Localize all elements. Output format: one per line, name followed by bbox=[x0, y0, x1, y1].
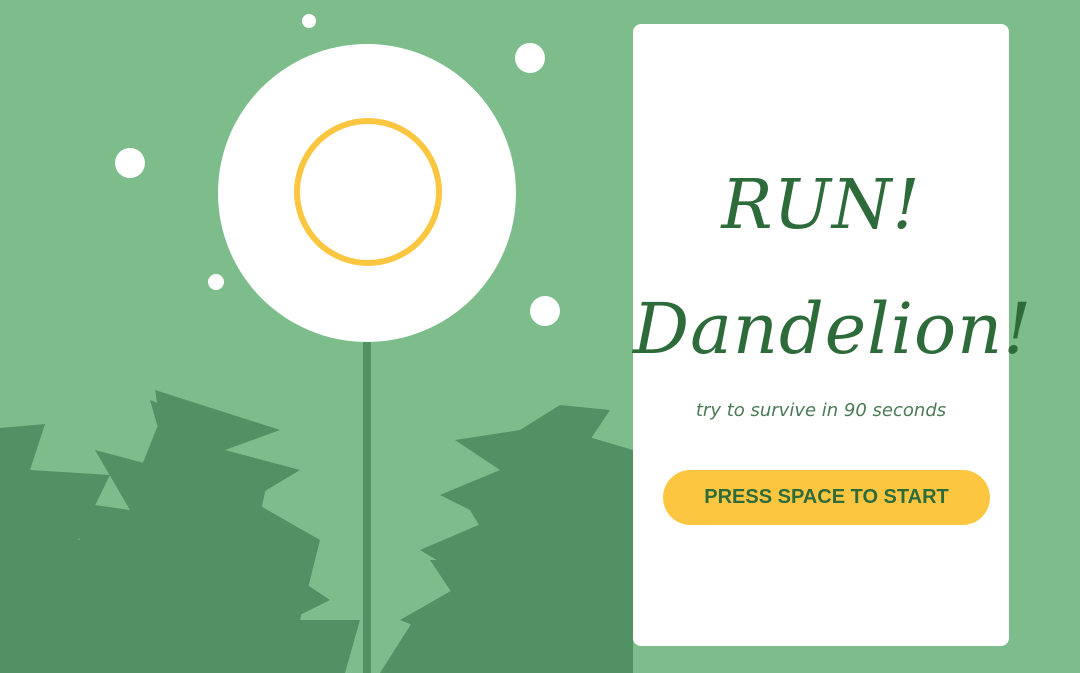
seed-particle bbox=[208, 274, 224, 290]
dandelion-leaves bbox=[0, 390, 633, 673]
seed-particle bbox=[515, 43, 545, 73]
game-subtitle: try to survive in 90 seconds bbox=[695, 400, 947, 421]
dandelion-stem bbox=[363, 330, 371, 673]
seed-particle bbox=[302, 14, 316, 28]
game-title-line1: RUN! bbox=[721, 166, 921, 245]
start-panel: RUN! Dandelion! try to survive in 90 sec… bbox=[633, 24, 1033, 646]
start-button[interactable]: PRESS SPACE TO START bbox=[663, 470, 990, 525]
game-title-line2: Dandelion! bbox=[633, 288, 1033, 370]
seed-particle bbox=[530, 296, 560, 326]
seed-particle bbox=[115, 148, 145, 178]
dandelion-head bbox=[218, 44, 516, 342]
